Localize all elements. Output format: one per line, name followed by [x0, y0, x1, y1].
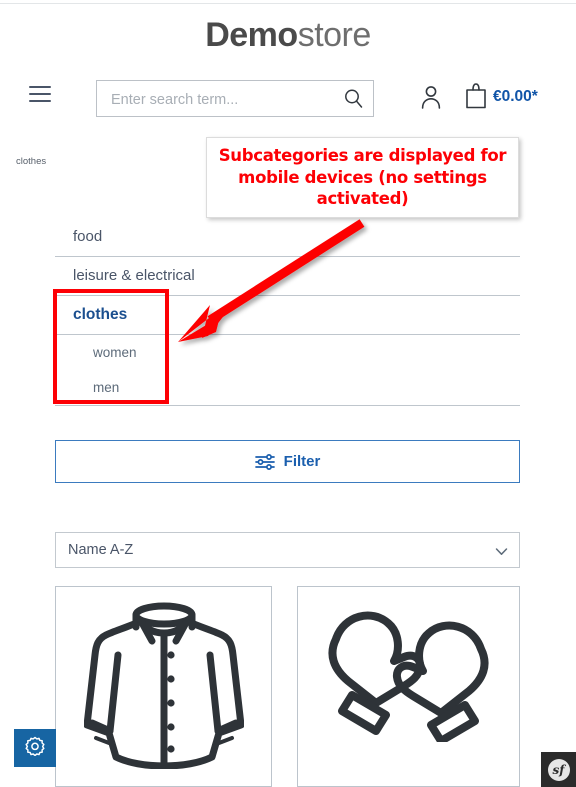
- hamburger-menu-icon[interactable]: [29, 86, 51, 103]
- product-card[interactable]: [55, 586, 272, 787]
- annotation-callout-box: Subcategories are displayed for mobile d…: [206, 137, 519, 218]
- hamburger-bar: [29, 86, 51, 88]
- logo-light-text: store: [297, 16, 372, 54]
- gear-icon: [25, 736, 45, 761]
- symfony-profiler-badge[interactable]: sf: [541, 752, 576, 787]
- subcategory-item-women[interactable]: women: [55, 335, 520, 370]
- product-card[interactable]: [297, 586, 520, 787]
- filter-button-label: Filter: [283, 453, 321, 470]
- hamburger-bar: [29, 93, 51, 95]
- logo-bold-text: Demo: [205, 16, 298, 54]
- category-label: clothes: [73, 306, 128, 323]
- search-box[interactable]: [96, 80, 374, 118]
- annotation-text: Subcategories are displayed for mobile d…: [218, 145, 507, 209]
- breadcrumb-item-clothes[interactable]: clothes: [16, 156, 46, 167]
- sorting-select[interactable]: Name A-Z: [55, 532, 520, 568]
- subcategory-label: women: [93, 345, 137, 360]
- category-navigation-list: food leisure & electrical clothes women …: [55, 218, 520, 406]
- cart-total-amount[interactable]: €0.00*: [493, 88, 538, 106]
- hamburger-bar: [29, 100, 51, 102]
- category-item-food[interactable]: food: [55, 218, 520, 257]
- settings-gear-button[interactable]: [14, 729, 56, 767]
- page-root: Demostore €0.00* clothes: [0, 0, 576, 787]
- category-label: food: [73, 228, 103, 245]
- category-item-leisure-electrical[interactable]: leisure & electrical: [55, 257, 520, 296]
- jacket-icon: [56, 597, 271, 769]
- subcategory-item-men[interactable]: men: [55, 370, 520, 406]
- category-item-clothes[interactable]: clothes: [55, 296, 520, 335]
- chevron-down-icon[interactable]: [495, 545, 508, 558]
- sorting-selected-value: Name A-Z: [68, 542, 134, 558]
- subcategory-label: men: [93, 380, 120, 395]
- mittens-gloves-icon: [298, 597, 519, 742]
- sliders-filter-icon: [254, 453, 275, 471]
- search-input[interactable]: [109, 81, 343, 118]
- site-logo[interactable]: Demostore: [0, 18, 576, 52]
- breadcrumb[interactable]: clothes: [16, 156, 46, 167]
- filter-button[interactable]: Filter: [55, 440, 520, 483]
- search-icon[interactable]: [343, 88, 365, 110]
- shopping-bag-icon[interactable]: [463, 82, 489, 110]
- symfony-logo: sf: [547, 758, 570, 781]
- category-label: leisure & electrical: [73, 267, 195, 284]
- person-icon[interactable]: [419, 84, 443, 110]
- top-divider: [0, 3, 576, 4]
